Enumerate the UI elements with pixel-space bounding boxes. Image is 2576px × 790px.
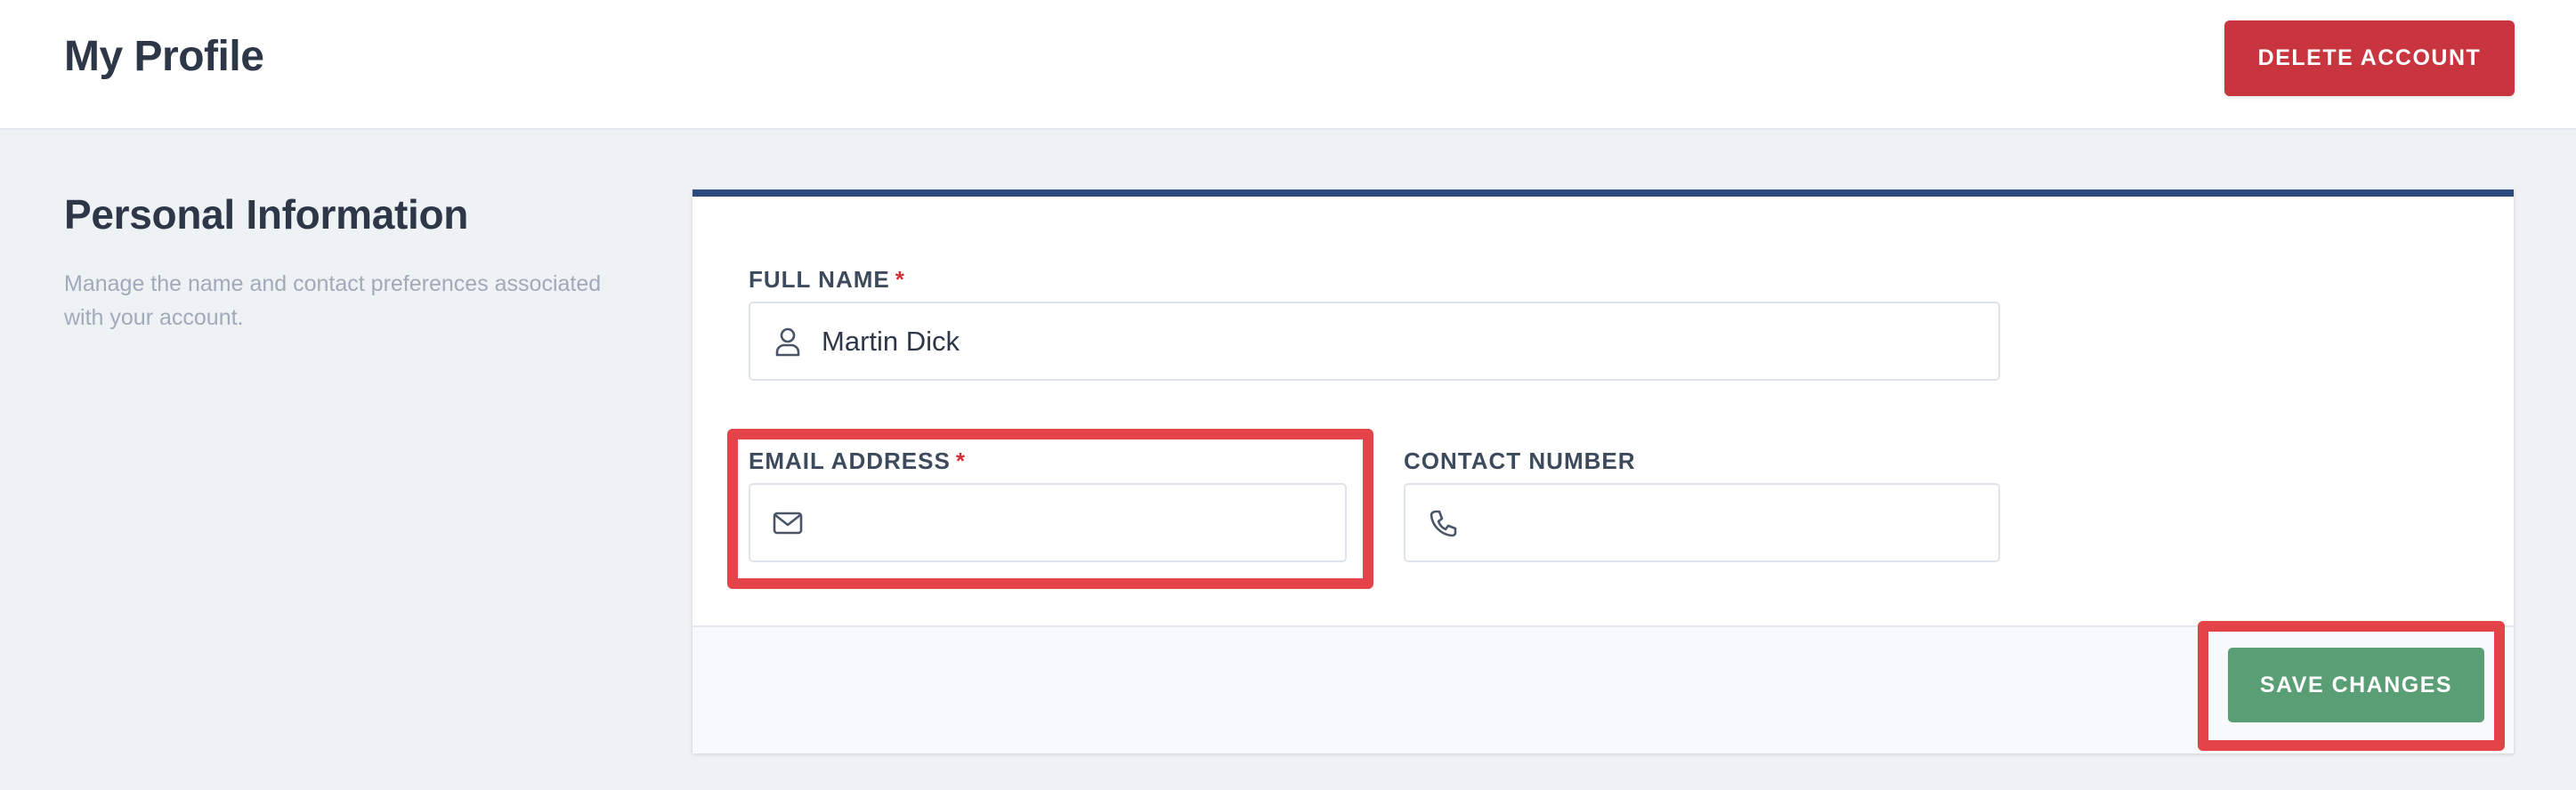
- required-mark: *: [955, 447, 966, 474]
- contact-number-input[interactable]: [1404, 483, 2000, 562]
- mail-icon: [772, 507, 804, 539]
- phone-icon: [1427, 507, 1459, 539]
- contact-number-label: CONTACT NUMBER: [1404, 447, 1636, 474]
- page-title: My Profile: [64, 33, 264, 80]
- email-input[interactable]: [749, 483, 1347, 562]
- full-name-value: Martin Dick: [822, 325, 960, 357]
- email-label-text: EMAIL ADDRESS: [749, 447, 951, 474]
- delete-account-button[interactable]: DELETE ACCOUNT: [2224, 20, 2515, 96]
- required-mark: *: [895, 266, 905, 293]
- full-name-label: FULL NAME *: [749, 266, 905, 294]
- section-description: Manage the name and contact preferences …: [64, 271, 602, 330]
- email-label: EMAIL ADDRESS *: [749, 447, 966, 475]
- save-changes-button[interactable]: SAVE CHANGES: [2228, 648, 2484, 722]
- full-name-label-text: FULL NAME: [749, 266, 890, 293]
- section-title: Personal Information: [64, 191, 469, 238]
- user-icon: [772, 326, 804, 358]
- full-name-input[interactable]: Martin Dick: [749, 302, 2000, 381]
- top-bar: My Profile DELETE ACCOUNT: [0, 0, 2576, 130]
